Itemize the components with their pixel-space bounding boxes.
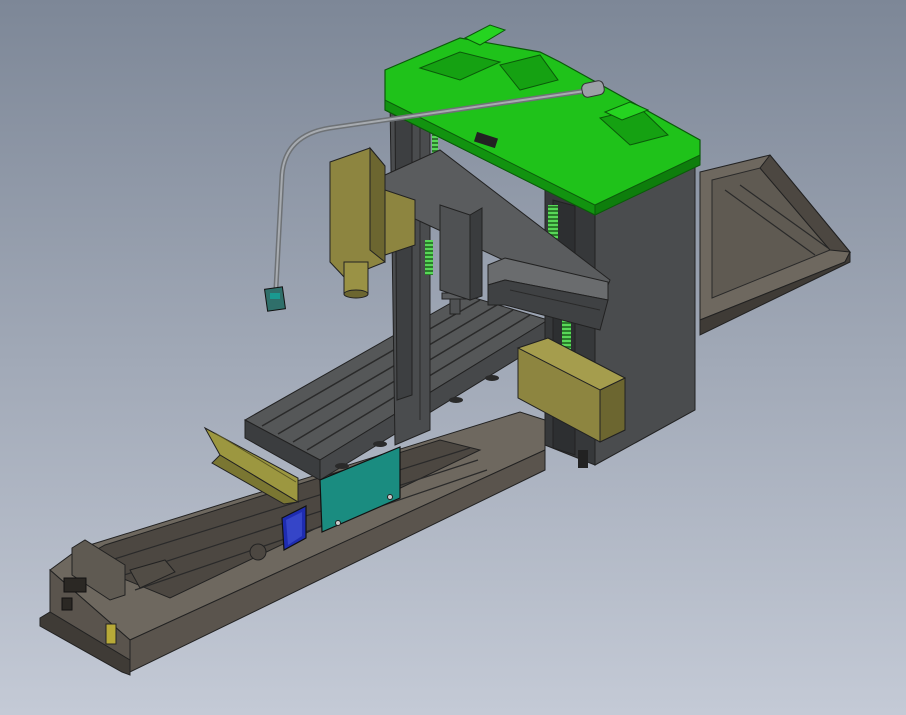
control-pendant bbox=[263, 286, 287, 312]
gantry-column-left bbox=[389, 87, 431, 446]
cad-viewport[interactable] bbox=[0, 0, 906, 715]
vertical-ram bbox=[439, 204, 483, 301]
indicator-plate bbox=[105, 623, 117, 645]
gantry-milling-machine-model bbox=[0, 0, 906, 715]
